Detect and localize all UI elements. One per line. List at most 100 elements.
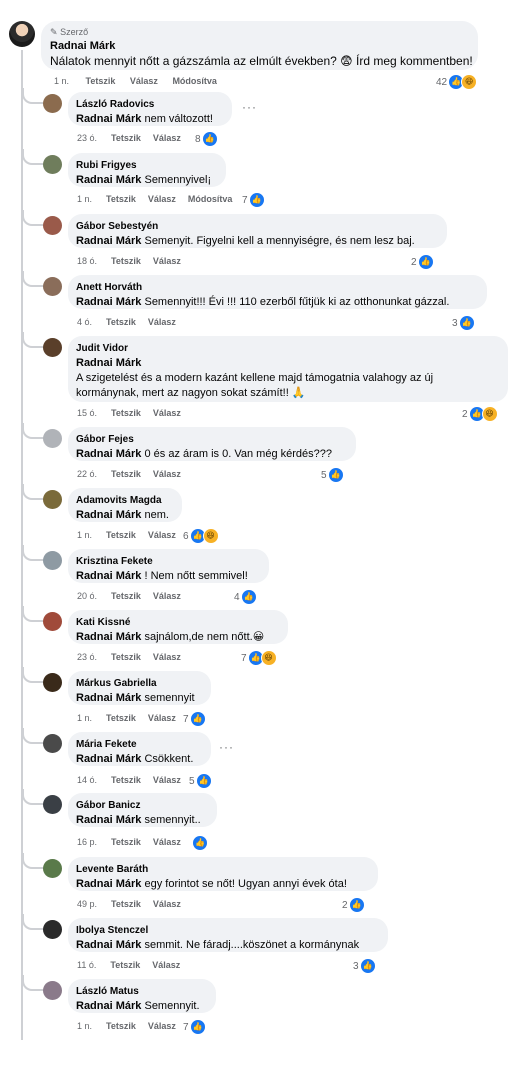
comment-reactions[interactable]: 3 👍 xyxy=(353,958,376,974)
post-author[interactable]: Radnai Márk xyxy=(50,40,115,52)
comment-time[interactable]: 20 ó. xyxy=(77,591,97,601)
reply-button[interactable]: Válasz xyxy=(153,837,181,847)
avatar[interactable] xyxy=(43,94,62,113)
mention-link[interactable]: Radnai Márk xyxy=(76,939,141,951)
avatar[interactable] xyxy=(43,429,62,448)
comment-reactions[interactable]: 7 👍 xyxy=(183,711,206,727)
commenter-name[interactable]: Anett Horváth xyxy=(76,282,142,293)
comment-time[interactable]: 11 ó. xyxy=(77,960,96,970)
commenter-name[interactable]: Ibolya Stenczel xyxy=(76,925,148,936)
avatar[interactable] xyxy=(43,795,62,814)
comment-time[interactable]: 16 p. xyxy=(77,837,97,847)
avatar[interactable] xyxy=(43,673,62,692)
commenter-name[interactable]: Márkus Gabriella xyxy=(76,678,157,689)
mention-link[interactable]: Radnai Márk xyxy=(76,814,141,826)
mention-link[interactable]: Radnai Márk xyxy=(76,356,141,371)
comment-time[interactable]: 4 ó. xyxy=(77,317,92,327)
reply-button[interactable]: Válasz xyxy=(153,591,181,601)
like-button[interactable]: Tetszik xyxy=(110,960,140,970)
comment-time[interactable]: 23 ó. xyxy=(77,133,97,143)
like-button[interactable]: Tetszik xyxy=(111,408,141,418)
comment-reactions[interactable]: 7 👍 xyxy=(183,1019,206,1035)
comment-time[interactable]: 14 ó. xyxy=(77,775,97,785)
avatar[interactable] xyxy=(43,734,62,753)
mention-link[interactable]: Radnai Márk xyxy=(76,296,141,308)
commenter-name[interactable]: László Matus xyxy=(76,986,139,997)
comment-time[interactable]: 1 n. xyxy=(77,530,92,540)
reply-button[interactable]: Válasz xyxy=(153,899,181,909)
more-options-icon[interactable]: ··· xyxy=(242,100,257,114)
commenter-name[interactable]: Gábor Fejes xyxy=(76,434,134,445)
like-button[interactable]: Tetszik xyxy=(86,76,116,86)
avatar[interactable] xyxy=(43,551,62,570)
comment-reactions[interactable]: 2 👍 xyxy=(411,254,434,270)
commenter-name[interactable]: Judit Vidor xyxy=(76,343,128,354)
avatar[interactable] xyxy=(43,277,62,296)
reply-button[interactable]: Válasz xyxy=(152,960,180,970)
avatar[interactable] xyxy=(9,21,35,47)
avatar[interactable] xyxy=(43,216,62,235)
like-button[interactable]: Tetszik xyxy=(106,1021,136,1031)
avatar[interactable] xyxy=(43,155,62,174)
comment-time[interactable]: 15 ó. xyxy=(77,408,97,418)
reply-button[interactable]: Válasz xyxy=(153,133,181,143)
commenter-name[interactable]: Rubi Frigyes xyxy=(76,160,137,171)
commenter-name[interactable]: Adamovits Magda xyxy=(76,495,162,506)
comment-reactions[interactable]: 4 👍 xyxy=(234,589,257,605)
comment-time[interactable]: 23 ó. xyxy=(77,652,97,662)
like-button[interactable]: Tetszik xyxy=(106,713,136,723)
mention-link[interactable]: Radnai Márk xyxy=(76,753,141,765)
comment-reactions[interactable]: 6 👍 😆 xyxy=(183,528,219,544)
comment-time[interactable]: 49 p. xyxy=(77,899,97,909)
comment-reactions[interactable]: 2 👍 😆 xyxy=(462,406,498,422)
commenter-name[interactable]: Gábor Banicz xyxy=(76,800,140,811)
like-button[interactable]: Tetszik xyxy=(106,194,136,204)
like-button[interactable]: Tetszik xyxy=(111,775,141,785)
comment-time[interactable]: 1 n. xyxy=(77,194,92,204)
commenter-name[interactable]: László Radovics xyxy=(76,99,154,110)
comment-reactions[interactable]: 2 👍 xyxy=(342,897,365,913)
mention-link[interactable]: Radnai Márk xyxy=(76,509,141,521)
like-button[interactable]: Tetszik xyxy=(111,469,141,479)
reply-button[interactable]: Válasz xyxy=(148,1021,176,1031)
avatar[interactable] xyxy=(43,920,62,939)
mention-link[interactable]: Radnai Márk xyxy=(76,235,141,247)
mention-link[interactable]: Radnai Márk xyxy=(76,1000,141,1012)
reply-button[interactable]: Válasz xyxy=(153,408,181,418)
avatar[interactable] xyxy=(43,981,62,1000)
mention-link[interactable]: Radnai Márk xyxy=(76,878,141,890)
like-button[interactable]: Tetszik xyxy=(106,530,136,540)
reply-button[interactable]: Válasz xyxy=(153,256,181,266)
commenter-name[interactable]: Krisztina Fekete xyxy=(76,556,153,567)
avatar[interactable] xyxy=(43,612,62,631)
commenter-name[interactable]: Mária Fekete xyxy=(76,739,137,750)
reply-button[interactable]: Válasz xyxy=(148,194,176,204)
reply-button[interactable]: Válasz xyxy=(148,530,176,540)
mention-link[interactable]: Radnai Márk xyxy=(76,448,141,460)
mention-link[interactable]: Radnai Márk xyxy=(76,113,141,125)
avatar[interactable] xyxy=(43,490,62,509)
avatar[interactable] xyxy=(43,859,62,878)
like-button[interactable]: Tetszik xyxy=(111,256,141,266)
reply-button[interactable]: Válasz xyxy=(153,652,181,662)
mention-link[interactable]: Radnai Márk xyxy=(76,570,141,582)
reply-button[interactable]: Válasz xyxy=(153,775,181,785)
mention-link[interactable]: Radnai Márk xyxy=(76,631,141,643)
mention-link[interactable]: Radnai Márk xyxy=(76,174,141,186)
comment-reactions[interactable]: 3 👍 xyxy=(452,315,475,331)
comment-reactions[interactable]: 8 👍 xyxy=(195,131,218,147)
post-reactions[interactable]: 42 👍 😆 xyxy=(436,74,478,90)
commenter-name[interactable]: Kati Kissné xyxy=(76,617,130,628)
like-button[interactable]: Tetszik xyxy=(111,899,141,909)
reply-button[interactable]: Válasz xyxy=(153,469,181,479)
comment-time[interactable]: 18 ó. xyxy=(77,256,97,266)
like-button[interactable]: Tetszik xyxy=(111,133,141,143)
reply-button[interactable]: Válasz xyxy=(148,317,176,327)
more-options-icon[interactable]: ··· xyxy=(219,740,234,754)
comment-time[interactable]: 1 n. xyxy=(77,713,92,723)
post-time[interactable]: 1 n. xyxy=(54,76,69,86)
like-button[interactable]: Tetszik xyxy=(106,317,136,327)
mention-link[interactable]: Radnai Márk xyxy=(76,692,141,704)
comment-reactions[interactable]: 👍 xyxy=(191,835,208,851)
comment-reactions[interactable]: 5 👍 xyxy=(189,773,212,789)
